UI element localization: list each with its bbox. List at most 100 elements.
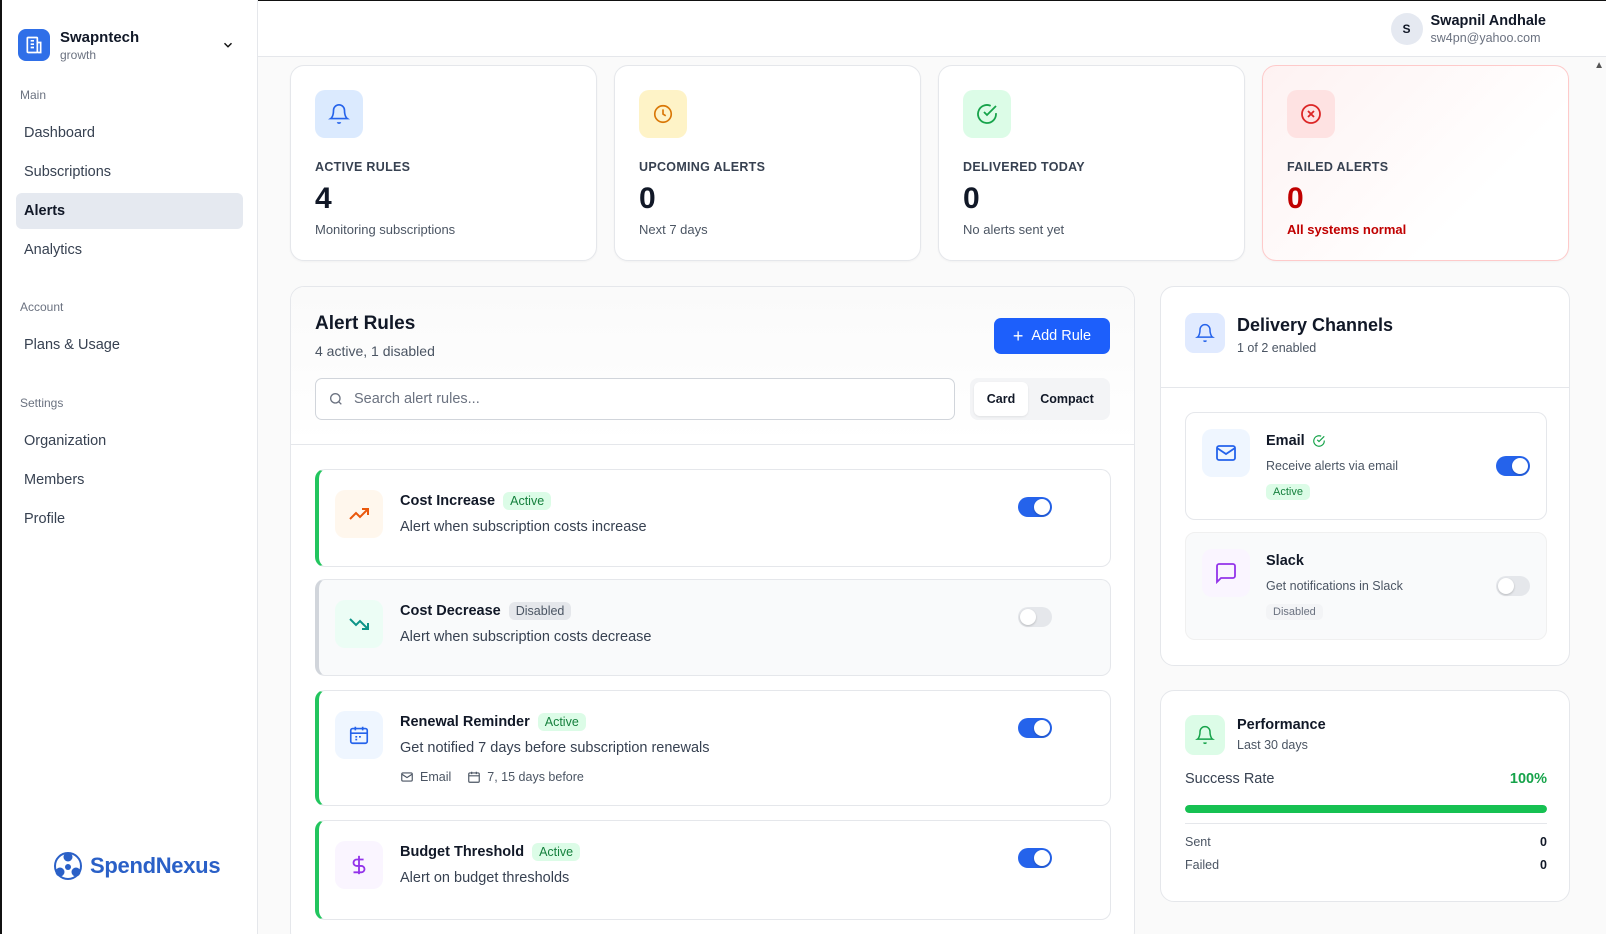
section-title-settings: Settings [20,396,64,410]
rule-description: Alert when subscription costs decrease [400,629,652,645]
rule-toggle[interactable] [1018,718,1052,738]
alert-rules-subtitle: 4 active, 1 disabled [315,343,435,359]
status-badge: Disabled [1266,604,1323,620]
status-badge: Disabled [508,602,572,620]
channels-subtitle: 1 of 2 enabled [1237,341,1317,355]
add-rule-label: Add Rule [1031,328,1092,344]
stat-card-delivered-today: DELIVERED TODAY 0 No alerts sent yet [938,65,1245,261]
status-badge: Active [503,492,552,510]
user-menu[interactable]: S Swapnil Andhale sw4pn@yahoo.com [1390,13,1546,45]
channel-card-email[interactable]: Email Receive alerts via email Active [1185,412,1547,520]
view-option-compact[interactable]: Compact [1028,382,1106,416]
rule-title: Budget Threshold [400,844,525,860]
rule-description: Get notified 7 days before subscription … [400,740,710,756]
stat-value: 0 [963,182,980,215]
rule-description: Alert when subscription costs increase [400,519,647,535]
success-rate-bar [1185,805,1547,813]
trending-up-icon [335,490,383,538]
stat-card-failed-alerts: FAILED ALERTS 0 All systems normal [1262,65,1569,261]
sidebar-item-profile[interactable]: Profile [16,501,243,537]
performance-subtitle: Last 30 days [1237,738,1308,752]
rule-title: Renewal Reminder [400,714,530,730]
rule-card-cost-increase[interactable]: Cost Increase Active Alert when subscrip… [315,469,1111,567]
stat-label: DELIVERED TODAY [963,160,1085,174]
check-circle-icon [963,90,1011,138]
search-box[interactable] [315,378,955,420]
rule-meta-days: 7, 15 days before [487,770,584,784]
rule-toggle[interactable] [1018,848,1052,868]
stat-sub: No alerts sent yet [963,222,1065,237]
add-rule-button[interactable]: + Add Rule [994,318,1110,354]
rule-toggle[interactable] [1018,497,1052,517]
brand-name: SpendNexus [90,853,221,878]
search-icon [330,393,342,405]
mail-icon [401,772,413,782]
plus-icon: + [1012,325,1024,346]
building-icon [18,29,50,61]
sidebar-item-subscriptions[interactable]: Subscriptions [16,154,243,190]
x-circle-icon [1287,90,1335,138]
rule-card-renewal-reminder[interactable]: Renewal Reminder Active Get notified 7 d… [315,690,1111,806]
org-plan: growth [60,47,97,62]
top-bar: S Swapnil Andhale sw4pn@yahoo.com [258,0,1606,57]
view-toggle: Card Compact [970,378,1110,420]
brand-logo: SpendNexus [52,850,221,882]
sidebar-item-plans-usage[interactable]: Plans & Usage [16,327,243,363]
stat-value: 0 [1287,182,1304,215]
chevron-down-icon[interactable] [219,36,237,54]
sidebar-item-dashboard[interactable]: Dashboard [16,115,243,151]
view-option-card[interactable]: Card [974,382,1028,416]
rule-title: Cost Increase [400,493,496,509]
stat-card-active-rules: ACTIVE RULES 4 Monitoring subscriptions [290,65,597,261]
bell-icon [1185,313,1225,353]
user-name: Swapnil Andhale [1430,13,1546,29]
delivery-channels-panel: Delivery Channels 1 of 2 enabled Email R… [1160,286,1570,666]
calendar-icon [335,711,383,759]
sidebar: Swapntech growth Main Dashboard Subscrip… [0,0,258,934]
bell-icon [315,90,363,138]
mail-icon [1202,429,1250,477]
channel-card-slack[interactable]: Slack Get notifications in Slack Disable… [1185,532,1547,640]
scroll-up-arrow-icon[interactable]: ▲ [1594,60,1604,71]
status-badge: Active [537,713,586,731]
calendar-icon [468,771,481,783]
rule-card-cost-decrease[interactable]: Cost Decrease Disabled Alert when subscr… [315,579,1111,676]
sidebar-item-members[interactable]: Members [16,462,243,498]
rule-title: Cost Decrease [400,603,501,619]
stat-sub: Next 7 days [639,222,708,237]
channel-toggle[interactable] [1496,456,1530,476]
stat-label: ACTIVE RULES [315,160,411,174]
channel-description: Receive alerts via email [1266,459,1398,473]
success-rate-value: 100% [1509,771,1547,787]
performance-panel: Performance Last 30 days Success Rate 10… [1160,690,1570,902]
message-icon [1202,549,1250,597]
org-switcher[interactable]: Swapntech growth [2,0,257,70]
channel-name: Slack [1266,553,1304,569]
alert-rules-panel: Alert Rules 4 active, 1 disabled + Add R… [290,286,1135,934]
stat-card-upcoming-alerts: UPCOMING ALERTS 0 Next 7 days [614,65,921,261]
status-badge: Active [532,843,581,861]
sidebar-item-organization[interactable]: Organization [16,423,243,459]
rule-meta: Email 7, 15 days before [400,770,600,784]
stat-value: 0 [639,182,656,215]
sent-label: Sent [1185,835,1211,849]
org-name: Swapntech [60,28,140,46]
channel-toggle[interactable] [1496,576,1530,596]
sidebar-item-analytics[interactable]: Analytics [16,232,243,268]
sidebar-item-alerts[interactable]: Alerts [16,193,243,229]
status-badge: Active [1266,484,1310,500]
channel-description: Get notifications in Slack [1266,579,1403,593]
rule-toggle[interactable] [1018,607,1052,627]
success-rate-fill [1185,805,1547,813]
channels-title: Delivery Channels [1237,315,1394,335]
rule-meta-channel: Email [420,770,452,784]
dollar-icon [335,841,383,889]
trending-down-icon [335,600,383,648]
rule-card-budget-threshold[interactable]: Budget Threshold Active Alert on budget … [315,820,1111,920]
performance-title: Performance [1237,717,1326,733]
avatar: S [1390,13,1423,45]
search-input[interactable] [354,391,914,407]
sent-value: 0 [1540,835,1547,849]
alert-rules-title: Alert Rules [315,313,416,334]
stat-label: FAILED ALERTS [1287,160,1389,174]
